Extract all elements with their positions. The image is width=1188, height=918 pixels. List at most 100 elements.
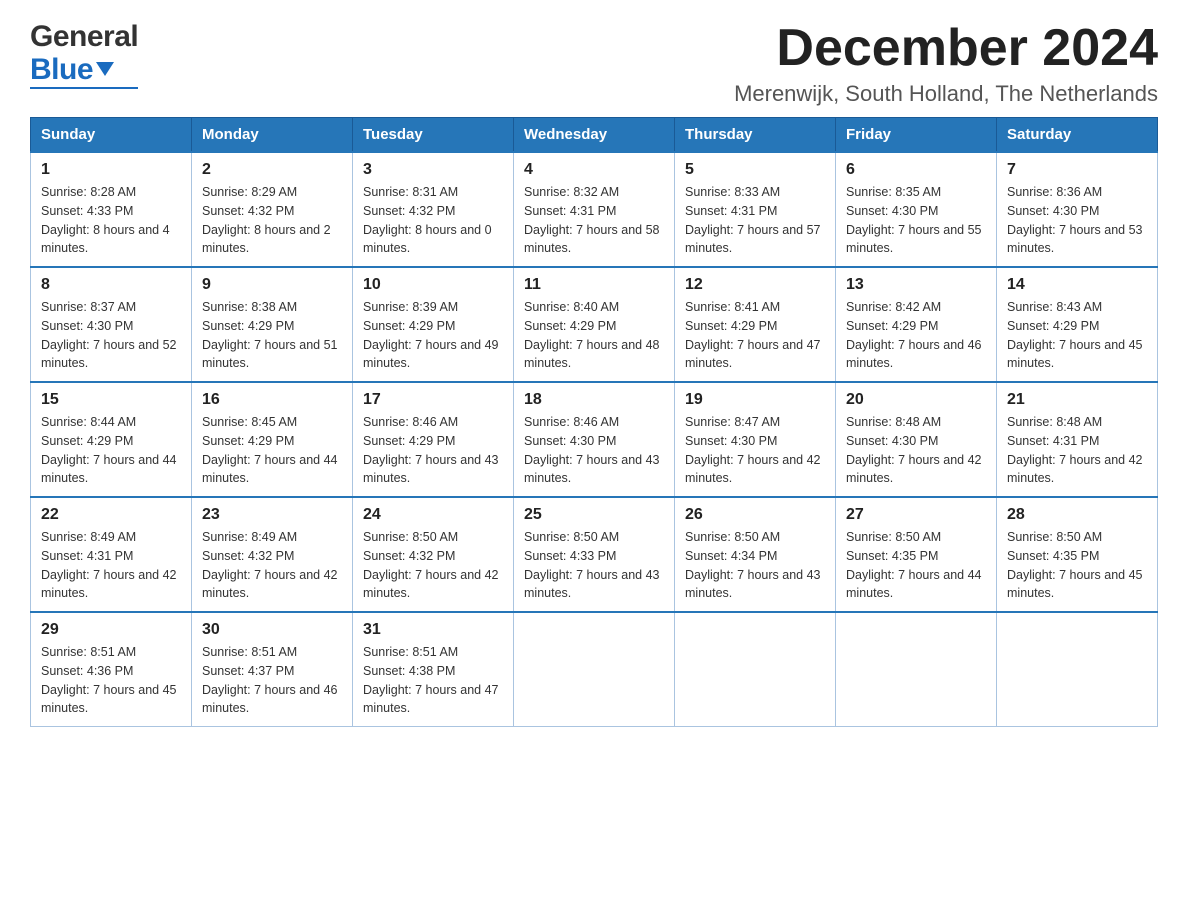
day-number: 2 — [202, 161, 342, 179]
cell-week4-day6: 28 Sunrise: 8:50 AMSunset: 4:35 PMDaylig… — [997, 497, 1158, 612]
day-info: Sunrise: 8:47 AMSunset: 4:30 PMDaylight:… — [685, 415, 821, 485]
col-saturday: Saturday — [997, 118, 1158, 153]
cell-week2-day5: 13 Sunrise: 8:42 AMSunset: 4:29 PMDaylig… — [836, 267, 997, 382]
day-info: Sunrise: 8:43 AMSunset: 4:29 PMDaylight:… — [1007, 300, 1143, 370]
title-area: December 2024 Merenwijk, South Holland, … — [734, 20, 1158, 107]
day-number: 19 — [685, 391, 825, 409]
cell-week4-day1: 23 Sunrise: 8:49 AMSunset: 4:32 PMDaylig… — [192, 497, 353, 612]
day-info: Sunrise: 8:44 AMSunset: 4:29 PMDaylight:… — [41, 415, 177, 485]
cell-week3-day3: 18 Sunrise: 8:46 AMSunset: 4:30 PMDaylig… — [514, 382, 675, 497]
day-number: 7 — [1007, 161, 1147, 179]
cell-week2-day2: 10 Sunrise: 8:39 AMSunset: 4:29 PMDaylig… — [353, 267, 514, 382]
col-monday: Monday — [192, 118, 353, 153]
cell-week2-day1: 9 Sunrise: 8:38 AMSunset: 4:29 PMDayligh… — [192, 267, 353, 382]
day-info: Sunrise: 8:46 AMSunset: 4:29 PMDaylight:… — [363, 415, 499, 485]
day-number: 18 — [524, 391, 664, 409]
day-info: Sunrise: 8:36 AMSunset: 4:30 PMDaylight:… — [1007, 185, 1143, 255]
day-number: 3 — [363, 161, 503, 179]
day-number: 14 — [1007, 276, 1147, 294]
cell-week5-day1: 30 Sunrise: 8:51 AMSunset: 4:37 PMDaylig… — [192, 612, 353, 727]
day-info: Sunrise: 8:42 AMSunset: 4:29 PMDaylight:… — [846, 300, 982, 370]
cell-week5-day0: 29 Sunrise: 8:51 AMSunset: 4:36 PMDaylig… — [31, 612, 192, 727]
day-number: 16 — [202, 391, 342, 409]
cell-week5-day3 — [514, 612, 675, 727]
day-info: Sunrise: 8:40 AMSunset: 4:29 PMDaylight:… — [524, 300, 660, 370]
day-info: Sunrise: 8:28 AMSunset: 4:33 PMDaylight:… — [41, 185, 170, 255]
day-info: Sunrise: 8:32 AMSunset: 4:31 PMDaylight:… — [524, 185, 660, 255]
cell-week5-day4 — [675, 612, 836, 727]
cell-week3-day2: 17 Sunrise: 8:46 AMSunset: 4:29 PMDaylig… — [353, 382, 514, 497]
cell-week1-day5: 6 Sunrise: 8:35 AMSunset: 4:30 PMDayligh… — [836, 152, 997, 267]
day-number: 17 — [363, 391, 503, 409]
day-number: 5 — [685, 161, 825, 179]
week-row-2: 8 Sunrise: 8:37 AMSunset: 4:30 PMDayligh… — [31, 267, 1158, 382]
day-info: Sunrise: 8:48 AMSunset: 4:31 PMDaylight:… — [1007, 415, 1143, 485]
day-number: 27 — [846, 506, 986, 524]
day-info: Sunrise: 8:50 AMSunset: 4:35 PMDaylight:… — [1007, 530, 1143, 600]
logo-general: General — [30, 20, 138, 53]
location-title: Merenwijk, South Holland, The Netherland… — [734, 81, 1158, 107]
day-number: 25 — [524, 506, 664, 524]
cell-week2-day3: 11 Sunrise: 8:40 AMSunset: 4:29 PMDaylig… — [514, 267, 675, 382]
page-header: General Blue December 2024 Merenwijk, So… — [30, 20, 1158, 107]
day-number: 6 — [846, 161, 986, 179]
week-row-5: 29 Sunrise: 8:51 AMSunset: 4:36 PMDaylig… — [31, 612, 1158, 727]
logo-triangle-icon — [96, 62, 114, 76]
day-info: Sunrise: 8:51 AMSunset: 4:36 PMDaylight:… — [41, 645, 177, 715]
col-thursday: Thursday — [675, 118, 836, 153]
day-info: Sunrise: 8:48 AMSunset: 4:30 PMDaylight:… — [846, 415, 982, 485]
cell-week4-day4: 26 Sunrise: 8:50 AMSunset: 4:34 PMDaylig… — [675, 497, 836, 612]
day-number: 10 — [363, 276, 503, 294]
cell-week1-day4: 5 Sunrise: 8:33 AMSunset: 4:31 PMDayligh… — [675, 152, 836, 267]
day-info: Sunrise: 8:46 AMSunset: 4:30 PMDaylight:… — [524, 415, 660, 485]
day-number: 13 — [846, 276, 986, 294]
cell-week5-day2: 31 Sunrise: 8:51 AMSunset: 4:38 PMDaylig… — [353, 612, 514, 727]
week-row-3: 15 Sunrise: 8:44 AMSunset: 4:29 PMDaylig… — [31, 382, 1158, 497]
month-title: December 2024 — [734, 20, 1158, 77]
day-info: Sunrise: 8:38 AMSunset: 4:29 PMDaylight:… — [202, 300, 338, 370]
cell-week1-day6: 7 Sunrise: 8:36 AMSunset: 4:30 PMDayligh… — [997, 152, 1158, 267]
day-number: 11 — [524, 276, 664, 294]
col-tuesday: Tuesday — [353, 118, 514, 153]
col-wednesday: Wednesday — [514, 118, 675, 153]
day-number: 12 — [685, 276, 825, 294]
day-info: Sunrise: 8:29 AMSunset: 4:32 PMDaylight:… — [202, 185, 331, 255]
day-info: Sunrise: 8:50 AMSunset: 4:34 PMDaylight:… — [685, 530, 821, 600]
cell-week1-day0: 1 Sunrise: 8:28 AMSunset: 4:33 PMDayligh… — [31, 152, 192, 267]
day-number: 31 — [363, 621, 503, 639]
day-info: Sunrise: 8:49 AMSunset: 4:31 PMDaylight:… — [41, 530, 177, 600]
day-number: 28 — [1007, 506, 1147, 524]
cell-week3-day6: 21 Sunrise: 8:48 AMSunset: 4:31 PMDaylig… — [997, 382, 1158, 497]
day-info: Sunrise: 8:41 AMSunset: 4:29 PMDaylight:… — [685, 300, 821, 370]
day-info: Sunrise: 8:39 AMSunset: 4:29 PMDaylight:… — [363, 300, 499, 370]
cell-week3-day4: 19 Sunrise: 8:47 AMSunset: 4:30 PMDaylig… — [675, 382, 836, 497]
cell-week3-day1: 16 Sunrise: 8:45 AMSunset: 4:29 PMDaylig… — [192, 382, 353, 497]
cell-week5-day6 — [997, 612, 1158, 727]
cell-week4-day0: 22 Sunrise: 8:49 AMSunset: 4:31 PMDaylig… — [31, 497, 192, 612]
day-info: Sunrise: 8:50 AMSunset: 4:35 PMDaylight:… — [846, 530, 982, 600]
day-number: 29 — [41, 621, 181, 639]
cell-week2-day4: 12 Sunrise: 8:41 AMSunset: 4:29 PMDaylig… — [675, 267, 836, 382]
cell-week4-day5: 27 Sunrise: 8:50 AMSunset: 4:35 PMDaylig… — [836, 497, 997, 612]
week-row-1: 1 Sunrise: 8:28 AMSunset: 4:33 PMDayligh… — [31, 152, 1158, 267]
col-friday: Friday — [836, 118, 997, 153]
day-number: 15 — [41, 391, 181, 409]
day-number: 26 — [685, 506, 825, 524]
day-number: 30 — [202, 621, 342, 639]
day-info: Sunrise: 8:45 AMSunset: 4:29 PMDaylight:… — [202, 415, 338, 485]
day-info: Sunrise: 8:35 AMSunset: 4:30 PMDaylight:… — [846, 185, 982, 255]
cell-week2-day6: 14 Sunrise: 8:43 AMSunset: 4:29 PMDaylig… — [997, 267, 1158, 382]
day-info: Sunrise: 8:33 AMSunset: 4:31 PMDaylight:… — [685, 185, 821, 255]
cell-week5-day5 — [836, 612, 997, 727]
cell-week3-day5: 20 Sunrise: 8:48 AMSunset: 4:30 PMDaylig… — [836, 382, 997, 497]
day-info: Sunrise: 8:51 AMSunset: 4:37 PMDaylight:… — [202, 645, 338, 715]
calendar-table: Sunday Monday Tuesday Wednesday Thursday… — [30, 117, 1158, 727]
week-row-4: 22 Sunrise: 8:49 AMSunset: 4:31 PMDaylig… — [31, 497, 1158, 612]
day-info: Sunrise: 8:51 AMSunset: 4:38 PMDaylight:… — [363, 645, 499, 715]
day-info: Sunrise: 8:50 AMSunset: 4:32 PMDaylight:… — [363, 530, 499, 600]
cell-week4-day2: 24 Sunrise: 8:50 AMSunset: 4:32 PMDaylig… — [353, 497, 514, 612]
day-number: 8 — [41, 276, 181, 294]
day-number: 21 — [1007, 391, 1147, 409]
logo: General Blue — [30, 20, 138, 89]
day-number: 9 — [202, 276, 342, 294]
